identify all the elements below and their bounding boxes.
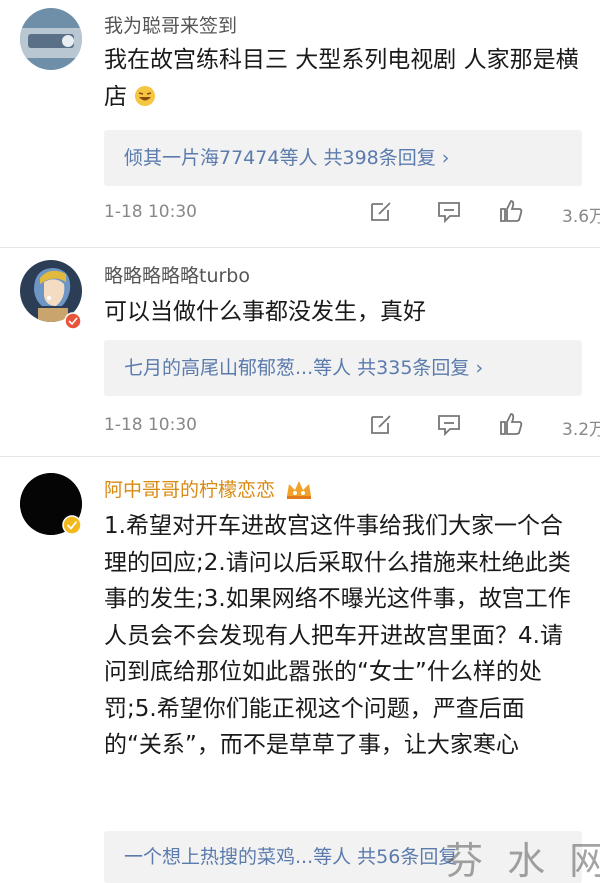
verified-badge-icon bbox=[64, 312, 82, 330]
comment-meta: 1-18 10:30 3.6万 bbox=[104, 198, 600, 228]
like-count: 3.6万 bbox=[562, 207, 600, 227]
comment-meta: 1-18 10:30 3.2万 bbox=[104, 411, 600, 441]
repost-icon[interactable] bbox=[368, 411, 394, 437]
like-count: 3.2万 bbox=[562, 420, 600, 440]
comment-text-content: 我在故宫练科目三 大型系列电视剧 人家那是横店 bbox=[104, 47, 579, 110]
comment-icon[interactable] bbox=[436, 411, 462, 437]
reply-summary[interactable]: 倾其一片海77474等人 共398条回复 › bbox=[104, 130, 582, 186]
vip-crown-icon bbox=[287, 481, 312, 499]
comment-1: 我为聪哥来签到 我在故宫练科目三 大型系列电视剧 人家那是横店 倾其一片海774… bbox=[0, 0, 600, 245]
username[interactable]: 略略略略略turbo bbox=[104, 261, 250, 288]
like-icon[interactable] bbox=[498, 411, 524, 437]
timestamp: 1-18 10:30 bbox=[104, 202, 197, 222]
username[interactable]: 阿中哥哥的柠檬恋恋 bbox=[104, 475, 313, 502]
like-icon[interactable] bbox=[498, 198, 524, 224]
reply-summary[interactable]: 七月的高尾山郁郁葱...等人 共335条回复 › bbox=[104, 340, 582, 396]
timestamp: 1-18 10:30 bbox=[104, 415, 197, 435]
username-text: 阿中哥哥的柠檬恋恋 bbox=[104, 479, 276, 501]
avatar[interactable] bbox=[20, 8, 82, 70]
watermark: 芬 水 网 bbox=[445, 839, 600, 883]
avatar-image bbox=[20, 8, 82, 70]
lol-emoji-icon bbox=[135, 86, 156, 106]
comment-text: 1.希望对开车进故宫这件事给我们大家一个合理的回应;2.请问以后采取什么措施来杜… bbox=[104, 513, 571, 758]
comment-text: 可以当做什么事都没发生，真好 bbox=[104, 299, 426, 325]
comment-2: 略略略略略turbo 可以当做什么事都没发生，真好 七月的高尾山郁郁葱...等人… bbox=[0, 248, 600, 456]
verified-badge-icon bbox=[62, 515, 82, 535]
comment-3: 阿中哥哥的柠檬恋恋 1.希望对开车进故宫这件事给我们大家一个合理的回应;2.请问… bbox=[0, 457, 600, 883]
comment-text: 我在故宫练科目三 大型系列电视剧 人家那是横店 bbox=[104, 42, 584, 116]
username[interactable]: 我为聪哥来签到 bbox=[104, 11, 237, 38]
repost-icon[interactable] bbox=[368, 198, 394, 224]
comment-icon[interactable] bbox=[436, 198, 462, 224]
